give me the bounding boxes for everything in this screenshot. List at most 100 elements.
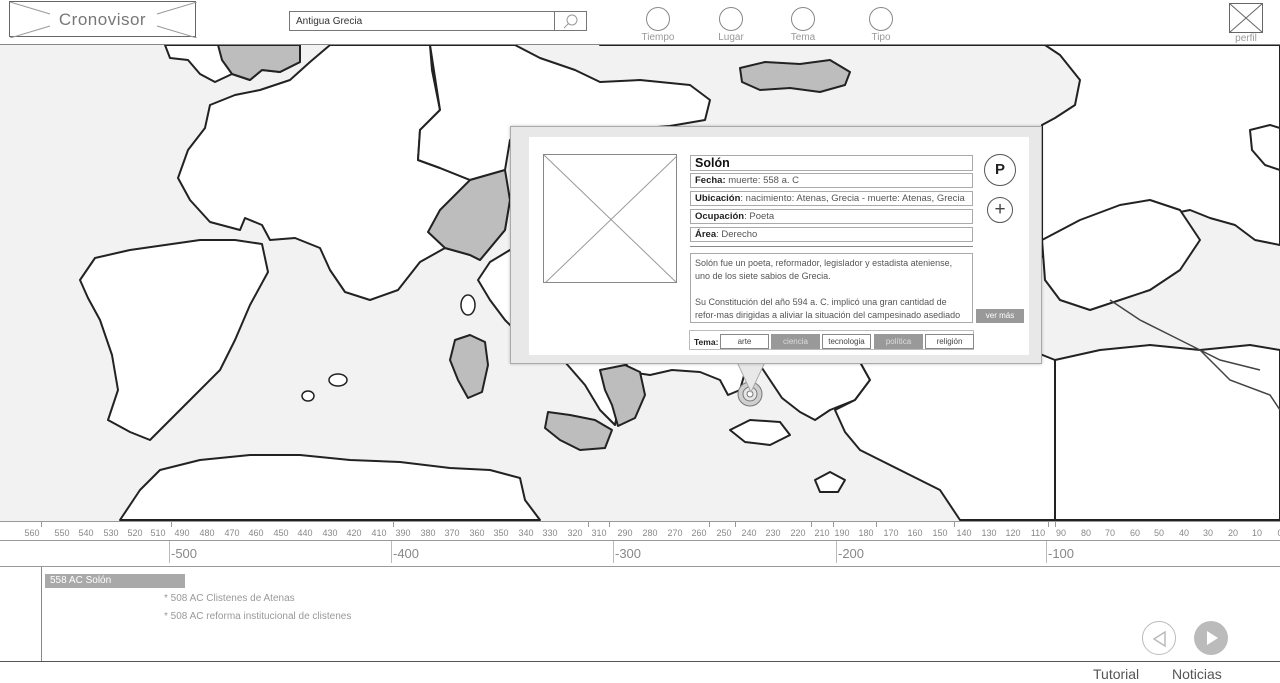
tick-label: 130: [981, 528, 997, 538]
fecha-value: muerte: 558 a. C: [725, 175, 800, 186]
profile-button[interactable]: perfil: [1226, 3, 1266, 45]
tick-label: 20: [1227, 528, 1239, 538]
tick-label: 80: [1080, 528, 1092, 538]
app-logo[interactable]: Cronovisor: [9, 1, 197, 38]
tick-mark: [811, 522, 812, 527]
add-button[interactable]: +: [987, 197, 1013, 223]
tick-label: 30: [1202, 528, 1214, 538]
news-link[interactable]: Noticias: [1172, 666, 1222, 682]
tick-label: 490: [174, 528, 190, 538]
tick-label: 440: [297, 528, 313, 538]
tick-label: 480: [199, 528, 215, 538]
major-tick-mark: [1046, 541, 1047, 563]
timeline[interactable]: 560 550 540 530 520 510 490 480 470 460 450 440 430 4…: [0, 521, 1280, 683]
tick-label: 240: [741, 528, 757, 538]
filter-tipo[interactable]: Tipo: [855, 7, 907, 45]
tick-label: 160: [907, 528, 923, 538]
tick-label: 530: [103, 528, 119, 538]
major-tick-mark: [169, 541, 170, 563]
tick-label: 250: [716, 528, 732, 538]
profile-label: perfil: [1235, 33, 1257, 44]
next-button[interactable]: [1194, 621, 1228, 655]
tick-label: 330: [542, 528, 558, 538]
timeline-minor-ruler[interactable]: 560 550 540 530 520 510 490 480 470 460 450 440 430 4…: [0, 521, 1280, 541]
tick-label: 410: [371, 528, 387, 538]
tick-label: 110: [1030, 528, 1046, 538]
description-box[interactable]: Solón fue un poeta, reformador, legislad…: [690, 253, 973, 323]
major-tick-mark: [613, 541, 614, 563]
filter-label: Lugar: [718, 32, 744, 43]
tick-label: 90: [1055, 528, 1067, 538]
field-ubicacion: Ubicación: nacimiento: Atenas, Grecia - …: [690, 191, 973, 206]
tick-label: 360: [469, 528, 485, 538]
tick-label: 340: [518, 528, 534, 538]
tick-mark: [171, 522, 172, 527]
search-button[interactable]: [554, 11, 587, 31]
timeline-major-ruler[interactable]: -500 -400 -300 -200 -100: [0, 541, 1280, 567]
selected-event[interactable]: 558 AC Solón: [45, 574, 185, 588]
filter-label: Tiempo: [641, 32, 675, 43]
major-tick-label: -400: [393, 546, 420, 561]
app-name: Cronovisor: [58, 10, 147, 29]
tick-label: 280: [642, 528, 658, 538]
tick-label: 50: [1153, 528, 1165, 538]
tick-mark: [876, 522, 877, 527]
tick-label: 550: [54, 528, 70, 538]
field-fecha: Fecha: muerte: 558 a. C: [690, 173, 973, 188]
tick-label: 140: [956, 528, 972, 538]
tick-label: 510: [150, 528, 166, 538]
tick-label: 220: [790, 528, 806, 538]
event-item[interactable]: * 508 AC Clistenes de Atenas: [164, 593, 295, 604]
field-ocupacion: Ocupación: Poeta: [690, 209, 973, 224]
filter-lugar[interactable]: Lugar: [705, 7, 757, 45]
tag-ciencia[interactable]: ciencia: [771, 334, 820, 349]
tag-arte[interactable]: arte: [720, 334, 769, 349]
popup-pointer: [737, 362, 766, 394]
filter-label: Tipo: [871, 32, 891, 43]
tick-mark: [1048, 522, 1049, 527]
tick-mark: [41, 522, 42, 527]
previous-button[interactable]: [1142, 621, 1176, 655]
tick-label: 420: [346, 528, 362, 538]
event-item[interactable]: * 508 AC reforma institucional de cliste…: [164, 611, 351, 622]
tag-religion[interactable]: religión: [925, 334, 974, 349]
tick-label: 350: [493, 528, 509, 538]
major-tick-mark: [836, 541, 837, 563]
ubicacion-label: Ubicación: [695, 193, 741, 204]
tick-mark: [393, 522, 394, 527]
ocupacion-value: : Poeta: [744, 211, 775, 222]
description-paragraph: Su Constitución del año 594 a. C. implic…: [695, 297, 961, 320]
tick-label: 190: [834, 528, 850, 538]
tag-tecnologia[interactable]: tecnologia: [822, 334, 871, 349]
tick-label: 210: [814, 528, 830, 538]
person-name: Solón: [690, 155, 973, 171]
tutorial-link[interactable]: Tutorial: [1093, 666, 1139, 682]
tick-label: 40: [1178, 528, 1190, 538]
ocupacion-label: Ocupación: [695, 211, 745, 222]
tick-mark: [709, 522, 710, 527]
major-tick-mark: [391, 541, 392, 563]
major-tick-label: -200: [838, 546, 865, 561]
area-value: : Derecho: [716, 229, 758, 240]
tick-label: 450: [273, 528, 289, 538]
filter-tema[interactable]: Tema: [777, 7, 829, 45]
tick-mark: [1055, 522, 1056, 527]
tick-label: 10: [1251, 528, 1263, 538]
tag-politica[interactable]: política: [874, 334, 923, 349]
type-icon: [869, 7, 893, 31]
timeline-cursor[interactable]: [41, 567, 42, 662]
search-input[interactable]: [289, 11, 555, 31]
next-arrow-icon: [1207, 631, 1218, 645]
tick-label: 390: [395, 528, 411, 538]
person-type-button[interactable]: P: [984, 154, 1016, 186]
tick-label: 460: [248, 528, 264, 538]
avatar-placeholder-icon: [1229, 3, 1263, 33]
tick-label: 470: [224, 528, 240, 538]
filter-tiempo[interactable]: Tiempo: [632, 7, 684, 45]
tick-label: 60: [1129, 528, 1141, 538]
clock-icon: [646, 7, 670, 31]
tick-label: 320: [567, 528, 583, 538]
ver-mas-button[interactable]: ver más: [976, 309, 1024, 323]
prev-arrow-icon: [1152, 630, 1166, 648]
area-label: Área: [695, 229, 717, 240]
